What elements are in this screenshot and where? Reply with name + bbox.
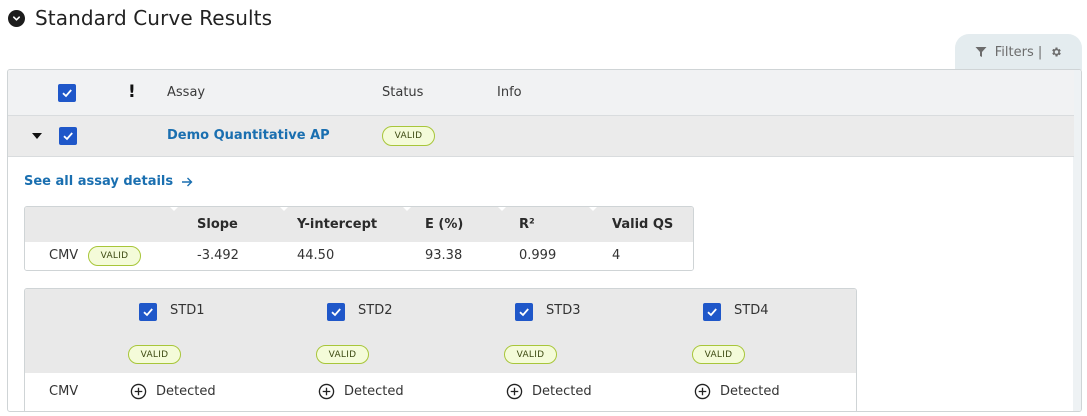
std1-result-label: Detected xyxy=(156,384,216,399)
checkmark-icon xyxy=(63,132,73,141)
std2-status-badge: VALID xyxy=(316,345,369,364)
table-header: ! Assay Status Info xyxy=(8,70,1074,116)
chevron-down-icon[interactable] xyxy=(8,9,25,27)
metrics-row: CMV VALID -3.492 44.50 93.38 0.999 4 xyxy=(25,242,693,270)
filters-label: Filters | xyxy=(994,44,1043,60)
gear-icon[interactable] xyxy=(1050,46,1062,58)
checkmark-icon xyxy=(519,308,529,317)
checkmark-icon xyxy=(62,89,72,98)
assay-column-header[interactable]: Assay xyxy=(167,85,205,100)
filters-button[interactable]: Filters | xyxy=(955,34,1082,70)
std4-status-badge: VALID xyxy=(692,345,745,364)
std3-checkbox[interactable] xyxy=(515,303,533,321)
valid-qs-value: 4 xyxy=(612,248,621,263)
metrics-header-row: Slope Y-intercept E (%) R² Valid QS xyxy=(25,207,693,242)
column-divider xyxy=(170,207,178,211)
standards-result-row: CMV Detected Detected Detected Detected xyxy=(25,373,856,411)
std3-status-badge: VALID xyxy=(504,345,557,364)
std-target-name: CMV xyxy=(49,384,79,399)
target-name: CMV xyxy=(49,248,79,263)
checkmark-icon xyxy=(143,308,153,317)
info-column-header[interactable]: Info xyxy=(497,85,522,100)
funnel-icon xyxy=(975,47,987,57)
details-link-label: See all assay details xyxy=(24,174,174,189)
results-table: ! Assay Status Info Demo Quantitative AP… xyxy=(7,69,1082,412)
r-squared-header: R² xyxy=(519,217,535,232)
checkmark-icon xyxy=(707,308,717,317)
plus-circle-icon xyxy=(694,383,711,400)
y-intercept-header: Y-intercept xyxy=(297,217,378,232)
std4-label: STD4 xyxy=(734,303,769,318)
efficiency-header: E (%) xyxy=(425,217,464,232)
valid-qs-header: Valid QS xyxy=(612,217,674,232)
scrollbar[interactable] xyxy=(1073,70,1081,411)
alert-column-header: ! xyxy=(128,82,136,102)
std2-checkbox[interactable] xyxy=(327,303,345,321)
status-column-header[interactable]: Status xyxy=(382,85,423,100)
section-header: Standard Curve Results xyxy=(8,6,272,30)
status-badge: VALID xyxy=(382,126,435,146)
std1-result[interactable]: Detected xyxy=(130,383,216,400)
row-checkbox[interactable] xyxy=(59,127,77,145)
curve-metrics-table: Slope Y-intercept E (%) R² Valid QS CMV … xyxy=(24,206,694,271)
plus-circle-icon xyxy=(130,383,147,400)
std4-result[interactable]: Detected xyxy=(694,383,780,400)
standards-header-row: STD1 VALID STD2 VALID STD3 VALID STD4 VA… xyxy=(25,289,856,373)
arrow-right-icon xyxy=(182,177,193,186)
column-divider xyxy=(589,207,597,211)
std2-result-label: Detected xyxy=(344,384,404,399)
std3-label: STD3 xyxy=(546,303,581,318)
slope-header: Slope xyxy=(197,217,238,232)
plus-circle-icon xyxy=(506,383,523,400)
page-title: Standard Curve Results xyxy=(35,6,273,30)
target-status-badge: VALID xyxy=(88,246,141,266)
column-divider xyxy=(280,207,288,211)
std3-result-label: Detected xyxy=(532,384,592,399)
std2-result[interactable]: Detected xyxy=(318,383,404,400)
see-all-assay-details-link[interactable]: See all assay details xyxy=(24,174,193,189)
std1-status-badge: VALID xyxy=(128,345,181,364)
r-squared-value: 0.999 xyxy=(519,248,557,263)
std1-checkbox[interactable] xyxy=(139,303,157,321)
std4-result-label: Detected xyxy=(720,384,780,399)
checkmark-icon xyxy=(331,308,341,317)
column-divider xyxy=(403,207,411,211)
std1-label: STD1 xyxy=(170,303,205,318)
efficiency-value: 93.38 xyxy=(425,248,463,263)
table-row[interactable]: Demo Quantitative AP VALID xyxy=(8,116,1074,157)
select-all-checkbox[interactable] xyxy=(58,84,76,102)
y-intercept-value: 44.50 xyxy=(297,248,335,263)
std2-label: STD2 xyxy=(358,303,393,318)
assay-name-link[interactable]: Demo Quantitative AP xyxy=(167,128,330,143)
std3-result[interactable]: Detected xyxy=(506,383,592,400)
std4-checkbox[interactable] xyxy=(703,303,721,321)
slope-value: -3.492 xyxy=(197,248,239,263)
standards-table: STD1 VALID STD2 VALID STD3 VALID STD4 VA… xyxy=(24,288,857,411)
column-divider xyxy=(498,207,506,211)
expand-caret-icon[interactable] xyxy=(32,133,42,139)
plus-circle-icon xyxy=(318,383,335,400)
